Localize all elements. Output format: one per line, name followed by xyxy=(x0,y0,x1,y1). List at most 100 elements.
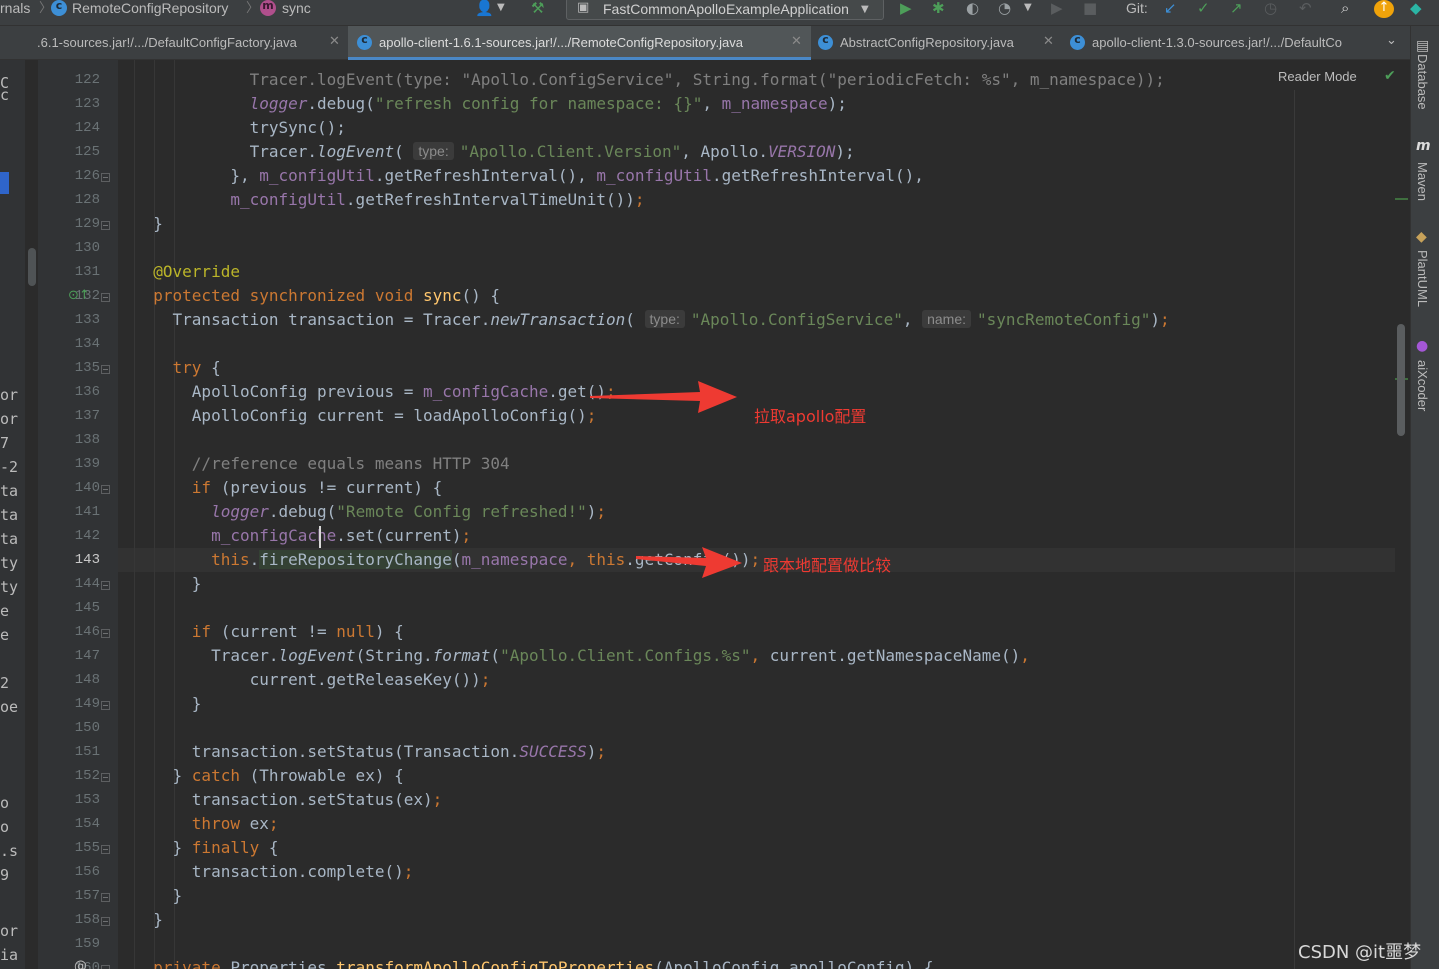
fold-marker-icon[interactable] xyxy=(101,629,110,638)
project-tree-text-fragment[interactable]: o xyxy=(0,794,9,812)
fold-marker-icon[interactable] xyxy=(101,293,110,302)
project-tree-text-fragment[interactable]: 2 xyxy=(0,674,9,692)
close-icon[interactable]: ✕ xyxy=(791,34,802,49)
project-tree-text-fragment[interactable]: .s xyxy=(0,842,18,860)
code-line[interactable]: Tracer.logEvent(String.format("Apollo.Cl… xyxy=(134,644,1030,668)
code-line[interactable]: protected synchronized void sync() { xyxy=(134,284,500,308)
breadcrumb-method[interactable]: sync xyxy=(282,0,311,18)
fold-marker-icon[interactable] xyxy=(101,365,110,374)
database-tool-button[interactable]: Database xyxy=(1415,54,1430,110)
code-line[interactable]: private Properties transformApolloConfig… xyxy=(134,956,933,969)
git-push-icon[interactable]: ↗ xyxy=(1230,0,1243,18)
tab-default-config-factory[interactable]: .6.1-sources.jar!/.../DefaultConfigFacto… xyxy=(33,26,347,59)
git-update-icon[interactable]: ↙ xyxy=(1164,0,1177,18)
fold-marker-icon[interactable] xyxy=(101,173,110,182)
annotation-marker-icon[interactable]: @ xyxy=(74,959,87,969)
project-tree-text-fragment[interactable]: oe xyxy=(0,698,18,716)
code-line[interactable]: transaction.complete(); xyxy=(134,860,414,884)
code-line[interactable]: if (current != null) { xyxy=(134,620,404,644)
editor-scrollbar[interactable] xyxy=(1395,60,1410,969)
code-line[interactable]: Transaction transaction = Tracer.newTran… xyxy=(134,308,1170,332)
run-icon[interactable]: ▶ xyxy=(900,0,912,18)
code-line[interactable]: } catch (Throwable ex) { xyxy=(134,764,404,788)
project-tree-text-fragment[interactable]: ta xyxy=(0,530,18,548)
code-line[interactable]: Tracer.logEvent(type: "Apollo.ConfigServ… xyxy=(134,68,1165,92)
override-marker-icon[interactable]: ⊙↑ xyxy=(68,288,90,303)
code-line[interactable]: ApolloConfig current = loadApolloConfig(… xyxy=(134,404,597,428)
code-line[interactable]: try { xyxy=(134,356,221,380)
plantuml-tool-button[interactable]: PlantUML xyxy=(1415,250,1430,307)
close-icon[interactable]: ✕ xyxy=(329,34,340,49)
reader-mode-toggle[interactable]: Reader Mode xyxy=(1278,69,1357,84)
maven-tool-button[interactable]: Maven xyxy=(1415,162,1430,201)
git-commit-icon[interactable]: ✓ xyxy=(1197,0,1210,18)
stop-icon[interactable]: ■ xyxy=(1083,0,1097,18)
project-tree-text-fragment[interactable]: ta xyxy=(0,506,18,524)
fold-marker-icon[interactable] xyxy=(101,845,110,854)
aixcoder-tool-button[interactable]: aiXcoder xyxy=(1415,360,1430,411)
project-panel-partial[interactable]: c Cor or 7 -2 ta ta ta ty ty e e 2 oe o o .s 9 or ia xyxy=(0,60,26,969)
code-line[interactable]: transaction.setStatus(Transaction.SUCCES… xyxy=(134,740,606,764)
fold-marker-icon[interactable] xyxy=(101,221,110,230)
tab-abstract-config-repository[interactable]: AbstractConfigRepository.java ✕ xyxy=(812,26,1063,59)
code-line[interactable]: } finally { xyxy=(134,836,279,860)
code-line[interactable]: @Override xyxy=(134,260,240,284)
project-tree-text-fragment[interactable]: e xyxy=(0,602,9,620)
tab-remote-config-repository[interactable]: apollo-client-1.6.1-sources.jar!/.../Rem… xyxy=(348,26,811,60)
code-line[interactable]: ApolloConfig previous = m_configCache.ge… xyxy=(134,380,616,404)
user-icon[interactable]: 👤 xyxy=(475,0,494,18)
fold-marker-icon[interactable] xyxy=(101,485,110,494)
code-editor[interactable]: Tracer.logEvent(type: "Apollo.ConfigServ… xyxy=(118,60,1410,969)
coverage-icon[interactable]: ◐ xyxy=(966,0,979,18)
project-tree-text-fragment[interactable]: o xyxy=(0,818,9,836)
plugin-icon[interactable]: ◆ xyxy=(1410,0,1422,18)
code-line[interactable]: }, m_configUtil.getRefreshInterval(), m_… xyxy=(134,164,924,188)
inspection-ok-icon[interactable]: ✔ xyxy=(1384,68,1396,84)
fold-marker-icon[interactable] xyxy=(101,917,110,926)
code-line[interactable]: //reference equals means HTTP 304 xyxy=(134,452,510,476)
project-tree-text-fragment[interactable]: ty xyxy=(0,554,18,572)
line-number-gutter[interactable]: 122 123 124 125 126 128 129 130 131 132 ⊙↑ 133 134 13… xyxy=(38,60,118,969)
fold-marker-icon[interactable] xyxy=(101,581,110,590)
chevron-down-icon[interactable]: ▼ xyxy=(497,0,505,18)
code-line[interactable]: } xyxy=(134,884,183,908)
selected-tree-item[interactable] xyxy=(0,172,9,194)
scrollbar-thumb[interactable] xyxy=(28,248,36,286)
project-tree-text-fragment[interactable]: ia xyxy=(0,946,18,964)
search-icon[interactable]: ⌕ xyxy=(1341,0,1349,18)
chevron-down-icon[interactable]: ▼ xyxy=(1024,0,1032,18)
code-line[interactable]: logger.debug("Remote Config refreshed!")… xyxy=(134,500,606,524)
fold-marker-icon[interactable] xyxy=(101,773,110,782)
code-line[interactable]: Tracer.logEvent( type: "Apollo.Client.Ver… xyxy=(134,140,855,164)
project-tree-text-fragment[interactable]: or xyxy=(0,386,18,404)
build-hammer-icon[interactable]: ⚒ xyxy=(531,0,544,18)
project-tree-text-fragment[interactable]: ty xyxy=(0,578,18,596)
code-line[interactable]: trySync(); xyxy=(134,116,346,140)
chevron-down-icon[interactable]: ⌄ xyxy=(1386,33,1397,48)
project-tree-text-fragment[interactable]: C xyxy=(0,74,9,92)
fold-marker-icon[interactable] xyxy=(101,965,110,969)
fold-marker-icon[interactable] xyxy=(101,701,110,710)
project-tree-text-fragment[interactable]: -2 xyxy=(0,458,18,476)
project-panel-scrollbar[interactable] xyxy=(26,60,38,969)
code-line[interactable]: } xyxy=(134,212,163,236)
update-available-icon[interactable]: ↑ xyxy=(1374,0,1394,18)
code-line[interactable]: throw ex; xyxy=(134,812,279,836)
project-tree-text-fragment[interactable]: or xyxy=(0,410,18,428)
code-line[interactable]: transaction.setStatus(ex); xyxy=(134,788,442,812)
code-line[interactable]: logger.debug("refresh config for namespa… xyxy=(134,92,847,116)
git-rollback-icon[interactable]: ↶ xyxy=(1299,0,1312,18)
breadcrumb-class[interactable]: RemoteConfigRepository xyxy=(72,0,228,18)
code-line[interactable]: m_configUtil.getRefreshIntervalTimeUnit(… xyxy=(134,188,644,212)
close-icon[interactable]: ✕ xyxy=(1043,34,1054,49)
project-tree-text-fragment[interactable]: or xyxy=(0,922,18,940)
project-tree-text-fragment[interactable]: 9 xyxy=(0,866,9,884)
code-line[interactable]: m_configCache.set(current); xyxy=(134,524,471,548)
run-configuration-selector[interactable]: ▣ FastCommonApolloExampleApplication ▼ xyxy=(566,0,884,20)
project-tree-text-fragment[interactable]: 7 xyxy=(0,434,9,452)
breadcrumb-partial[interactable]: rnals xyxy=(0,0,30,18)
code-line[interactable]: } xyxy=(134,572,202,596)
code-line[interactable]: current.getReleaseKey()); xyxy=(134,668,491,692)
debug-icon[interactable]: ✱ xyxy=(932,0,945,18)
attach-icon[interactable]: ▶ xyxy=(1051,0,1063,18)
